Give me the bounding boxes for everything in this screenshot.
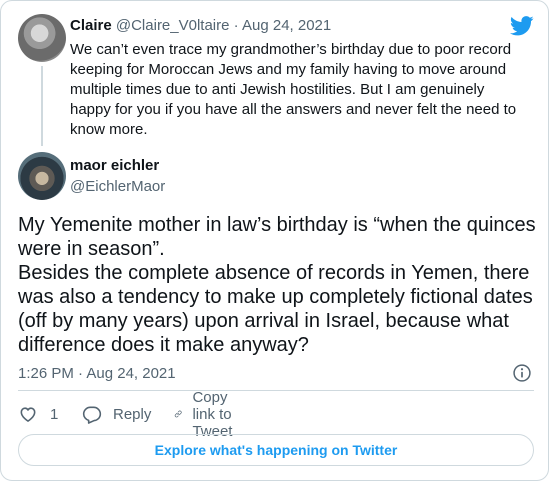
link-icon (174, 410, 182, 418)
tweet-author-handle[interactable]: @EichlerMaor (70, 177, 165, 197)
embedded-tweet-card: Claire @Claire_V0ltaire · Aug 24, 2021 W… (0, 0, 549, 481)
parent-tweet-header: Claire @Claire_V0ltaire · Aug 24, 2021 (70, 16, 331, 36)
info-icon[interactable] (512, 363, 532, 383)
parent-author-handle[interactable]: @Claire_V0ltaire (116, 17, 230, 34)
maor-avatar[interactable] (18, 152, 66, 200)
parent-date[interactable]: Aug 24, 2021 (242, 17, 331, 34)
claire-avatar[interactable] (18, 14, 66, 62)
copy-link-label: Copy link to Tweet (192, 388, 233, 440)
thread-connector-line (41, 66, 43, 146)
reply-icon (82, 406, 102, 424)
reply-button[interactable]: Reply (82, 404, 151, 424)
copy-link-button[interactable]: Copy link to Tweet (174, 389, 244, 440)
parent-tweet-text: We can’t even trace my grandmother’s bir… (70, 41, 517, 138)
tweet-text: My Yemenite mother in law’s birthday is … (18, 214, 536, 356)
reply-label: Reply (113, 405, 152, 423)
like-button[interactable] (18, 404, 38, 424)
like-count[interactable]: 1 (50, 404, 58, 424)
explore-twitter-button[interactable]: Explore what's happening on Twitter (18, 434, 534, 466)
parent-separator: · (233, 17, 239, 34)
divider (18, 390, 534, 391)
tweet-timestamp[interactable]: 1:26 PM · Aug 24, 2021 (18, 364, 176, 384)
parent-author-name[interactable]: Claire (70, 17, 112, 34)
twitter-logo-icon[interactable] (510, 15, 534, 37)
tweet-author-name[interactable]: maor eichler (70, 156, 159, 176)
heart-icon (20, 407, 36, 422)
